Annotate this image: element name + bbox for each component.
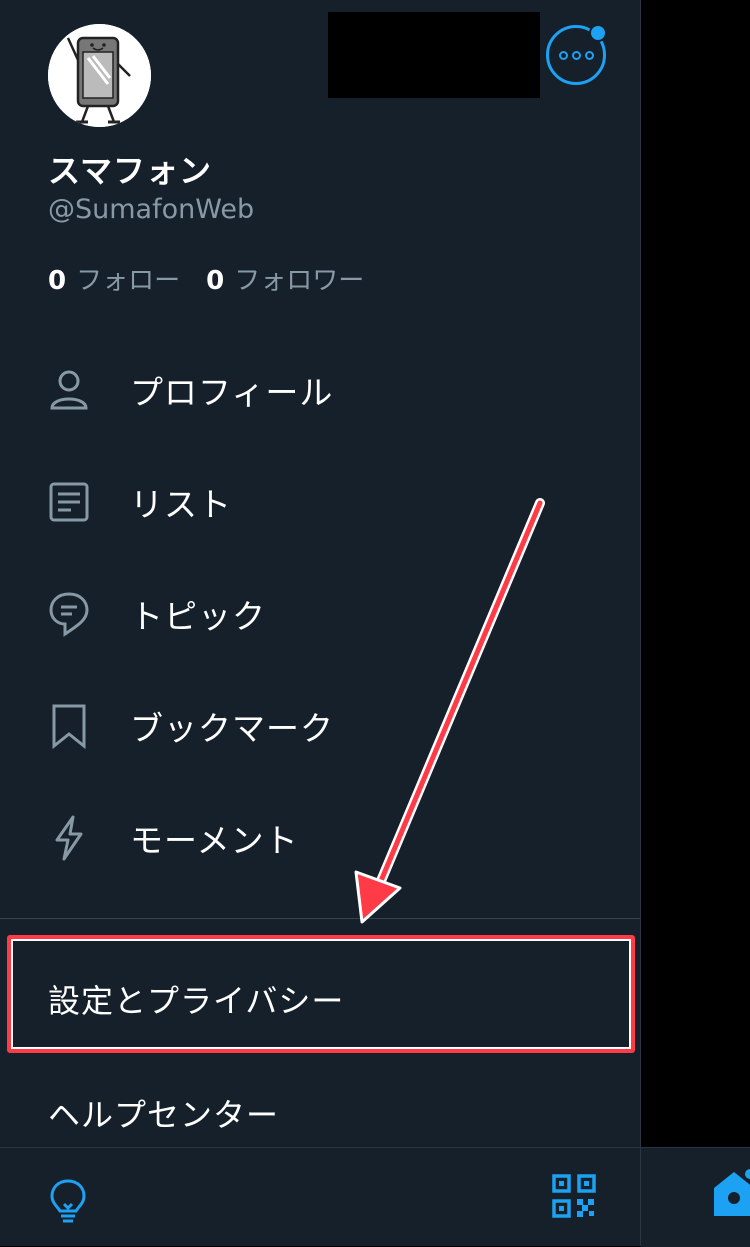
followers-link[interactable]: 0 フォロワー	[206, 260, 364, 297]
annotation-highlight-box	[7, 935, 635, 1053]
menu-item-label: プロフィール	[130, 373, 334, 412]
background-timeline	[641, 0, 750, 1246]
more-accounts-button[interactable]	[546, 24, 607, 85]
qr-code-icon[interactable]	[552, 1174, 596, 1222]
home-icon[interactable]	[710, 1168, 750, 1224]
list-icon	[44, 477, 94, 527]
user-handle: @SumafonWeb	[48, 194, 255, 225]
divider	[0, 918, 640, 919]
menu-item-moments[interactable]: モーメント	[0, 788, 640, 888]
topic-icon	[44, 589, 94, 639]
avatar[interactable]	[48, 24, 151, 127]
menu-item-topics[interactable]: トピック	[0, 564, 640, 664]
following-label: フォロー	[76, 266, 181, 296]
menu-item-label: トピック	[130, 597, 266, 636]
drawer-bottom-bar	[0, 1147, 640, 1246]
follow-stats: 0 フォロー 0 フォロワー	[48, 260, 364, 297]
display-name[interactable]: スマフォン	[48, 146, 212, 192]
help-label: ヘルプセンター	[48, 1096, 280, 1134]
lightbulb-icon[interactable]	[48, 1178, 88, 1228]
menu-item-lists[interactable]: リスト	[0, 452, 640, 552]
redacted-area	[328, 12, 540, 98]
help-center-item[interactable]: ヘルプセンター	[0, 1062, 640, 1146]
followers-count: 0	[206, 266, 225, 296]
lightning-icon	[44, 813, 94, 863]
menu-item-profile[interactable]: プロフィール	[0, 340, 640, 440]
followers-label: フォロワー	[234, 266, 365, 296]
menu-item-label: リスト	[130, 485, 232, 524]
following-link[interactable]: 0 フォロー	[48, 260, 180, 297]
menu-item-bookmarks[interactable]: ブックマーク	[0, 676, 640, 776]
following-count: 0	[48, 266, 67, 296]
side-drawer: スマフォン @SumafonWeb 0 フォロー 0 フォロワー プロフィール リス…	[0, 0, 641, 1246]
person-icon	[44, 365, 94, 415]
bookmark-icon	[44, 701, 94, 751]
menu-item-label: モーメント	[130, 821, 299, 860]
ellipsis-icon	[549, 28, 603, 82]
menu-item-label: ブックマーク	[130, 709, 334, 748]
